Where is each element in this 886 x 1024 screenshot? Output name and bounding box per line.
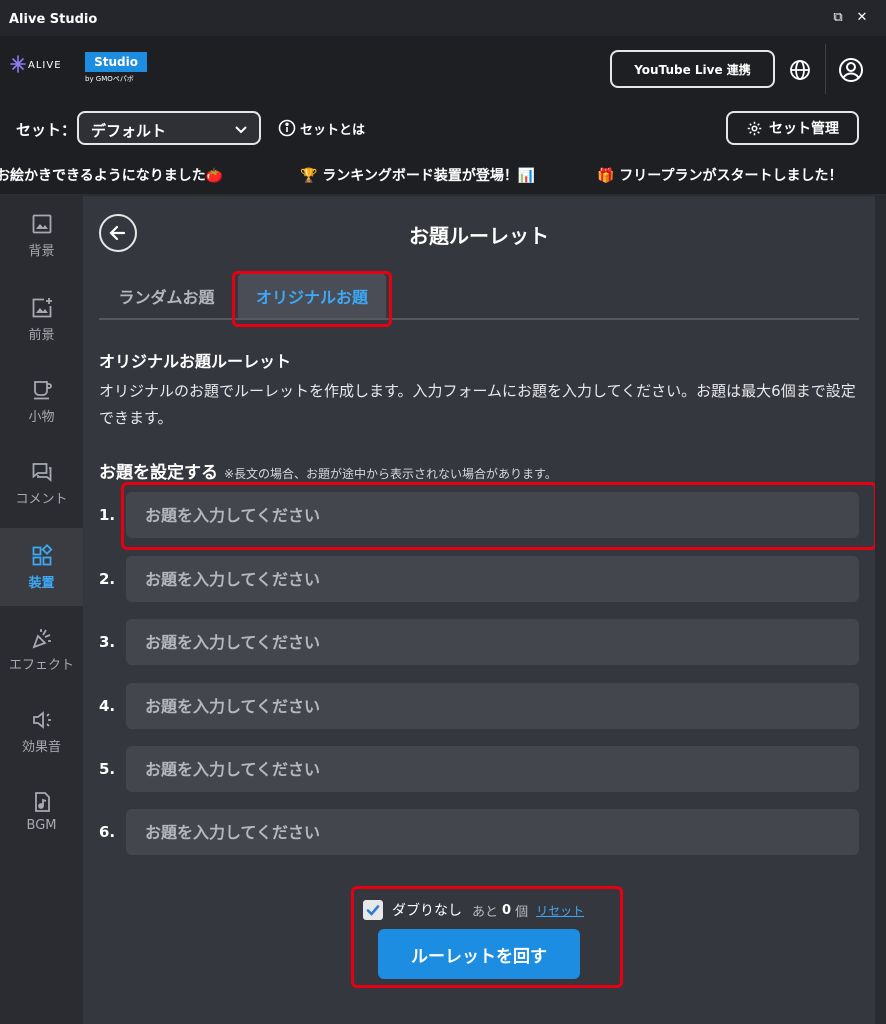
sidebar-item-label: 背景 — [28, 244, 55, 259]
question-input-4[interactable] — [126, 683, 859, 729]
sidebar-item-foreground[interactable]: 前景 — [0, 280, 83, 358]
sidebar-item-label: 前景 — [28, 328, 55, 343]
set-info-link[interactable]: セットとは — [278, 117, 365, 139]
set-management-button[interactable]: セット管理 — [726, 111, 859, 145]
widgets-icon — [32, 544, 53, 566]
account-icon[interactable] — [838, 57, 864, 83]
sidebar: 背景 前景 小物 コメント 装置 エフェクト 効果音 BGM — [0, 196, 83, 1024]
no-duplicate-option: ダブりなし あと 0 個 リセット — [363, 899, 584, 921]
tab-bar: ランダムお題 オリジナルお題 — [99, 274, 859, 320]
no-duplicate-checkbox[interactable] — [363, 900, 383, 920]
set-label: セット： — [16, 121, 77, 139]
question-input-3[interactable] — [126, 619, 859, 665]
question-number: 6. — [99, 823, 116, 841]
ticker-item: 🏆 ランキングボード装置が登場！📊 — [300, 168, 536, 184]
header-divider — [825, 44, 826, 94]
window-titlebar: Alive Studio ⧉ ✕ — [0, 0, 886, 36]
sidebar-item-devices[interactable]: 装置 — [0, 528, 83, 606]
sidebar-item-label: 効果音 — [21, 740, 61, 755]
image-plus-icon — [32, 298, 52, 318]
question-input-1[interactable] — [126, 492, 859, 538]
question-input-6[interactable] — [126, 809, 859, 855]
set-management-label: セット管理 — [769, 121, 839, 137]
set-info-label: セットとは — [300, 122, 366, 138]
question-row: 5. — [99, 746, 859, 792]
chevron-down-icon — [235, 126, 247, 134]
main-panel: お題ルーレット ランダムお題 オリジナルお題 オリジナルお題ルーレット オリジナ… — [83, 196, 877, 1024]
sidebar-item-effect[interactable]: エフェクト — [0, 610, 83, 688]
youtube-live-connect-button[interactable]: YouTube Live 連携 — [610, 50, 775, 88]
page-title: お題ルーレット — [409, 224, 549, 248]
remaining-prefix: あと — [472, 904, 499, 920]
sidebar-item-label: 装置 — [28, 576, 55, 591]
sidebar-item-label: コメント — [15, 492, 68, 507]
sidebar-item-comment[interactable]: コメント — [0, 444, 83, 522]
sidebar-item-bgm[interactable]: BGM — [0, 774, 83, 852]
set-heading-title: お題を設定する — [99, 463, 218, 483]
tab-original-topic[interactable]: オリジナルお題 — [238, 274, 386, 318]
section-title: オリジナルお題ルーレット — [99, 352, 292, 371]
question-number: 2. — [99, 570, 116, 588]
sidebar-item-label: BGM — [26, 818, 57, 833]
info-icon — [278, 119, 296, 137]
logo-studio-badge: Studio — [85, 52, 147, 72]
sidebar-item-label: エフェクト — [8, 658, 74, 673]
gear-icon — [747, 121, 762, 135]
question-number: 5. — [99, 760, 116, 778]
news-ticker: お絵かきできるようになりました🍅 🏆 ランキングボード装置が登場！📊 🎁 フリー… — [0, 154, 886, 194]
sidebar-item-label: 小物 — [28, 410, 55, 425]
question-input-5[interactable] — [126, 746, 859, 792]
alive-studio-logo: ALIVE Studio by GMOペパボ — [10, 51, 150, 87]
music-file-icon — [34, 792, 50, 812]
app-header: ALIVE Studio by GMOペパボ YouTube Live 連携 — [0, 36, 886, 102]
sidebar-item-sound-effect[interactable]: 効果音 — [0, 692, 83, 770]
set-select-value: デフォルト — [91, 122, 167, 140]
sidebar-item-props[interactable]: 小物 — [0, 362, 83, 440]
window-title: Alive Studio — [9, 12, 98, 27]
question-row: 6. — [99, 809, 859, 855]
speaker-icon — [32, 711, 51, 729]
reset-link[interactable]: リセット — [536, 902, 584, 919]
checkmark-icon — [366, 905, 380, 916]
sidebar-item-background[interactable]: 背景 — [0, 196, 83, 274]
set-heading: お題を設定する ※長文の場合、お題が途中から表示されない場合があります。 — [99, 458, 557, 483]
no-duplicate-label: ダブりなし — [392, 903, 462, 919]
question-row: 2. — [99, 556, 859, 602]
party-popper-icon — [31, 629, 51, 649]
close-window-icon[interactable]: ✕ — [853, 9, 871, 27]
ticker-item: お絵かきできるようになりました🍅 — [0, 168, 224, 184]
logo-brand-text: ALIVE — [28, 60, 62, 71]
tab-random-topic[interactable]: ランダムお題 — [99, 274, 234, 318]
question-row: 3. — [99, 619, 859, 665]
question-number: 4. — [99, 697, 116, 715]
question-number: 1. — [99, 506, 116, 524]
scrollbar[interactable] — [875, 196, 886, 1024]
spin-roulette-button[interactable]: ルーレットを回す — [378, 929, 580, 979]
question-row: 1. — [99, 492, 859, 538]
question-number: 3. — [99, 633, 116, 651]
chat-icon — [32, 463, 51, 482]
set-toolbar: セット： デフォルト セットとは セット管理 — [0, 102, 886, 154]
remaining-count: 0 — [502, 902, 512, 918]
logo-by-text: by GMOペパボ — [85, 75, 134, 83]
ticker-item: 🎁 フリープランがスタートしました！ — [597, 168, 843, 184]
globe-icon[interactable] — [788, 58, 812, 82]
set-select[interactable]: デフォルト — [77, 111, 261, 145]
question-row: 4. — [99, 683, 859, 729]
restore-window-icon[interactable]: ⧉ — [829, 9, 847, 27]
image-icon — [32, 214, 51, 234]
cup-icon — [33, 381, 52, 400]
section-description: オリジナルのお題でルーレットを作成します。入力フォームにお題を入力してください。… — [99, 382, 856, 427]
remaining-unit: 個 — [515, 904, 529, 920]
question-input-2[interactable] — [126, 556, 859, 602]
set-heading-note: ※長文の場合、お題が途中から表示されない場合があります。 — [224, 467, 557, 481]
